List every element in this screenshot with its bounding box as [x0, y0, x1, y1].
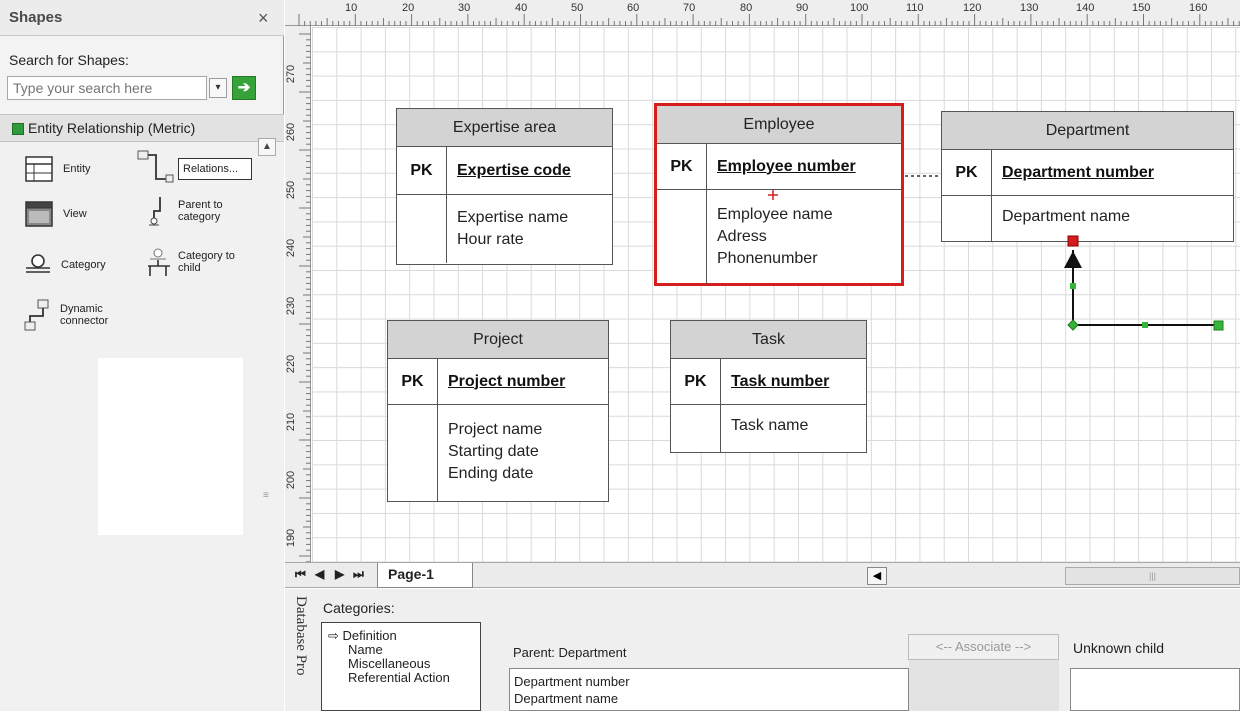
connector-midpoint-handle[interactable] — [1070, 283, 1076, 289]
categories-label: Categories: — [323, 600, 395, 616]
horizontal-scrollbar-thumb[interactable]: ||| — [1065, 567, 1240, 585]
relationship-connector-line[interactable] — [1072, 250, 1218, 326]
connector-vertex-handle[interactable] — [1067, 319, 1079, 331]
next-page-icon[interactable]: ▶ — [335, 567, 344, 581]
connector-start-handle[interactable] — [1213, 320, 1224, 331]
category-item-definition[interactable]: ⇨ Definition — [328, 629, 480, 643]
categories-list[interactable]: ⇨ Definition Name Miscellaneous Referent… — [321, 622, 481, 711]
child-fields-list[interactable] — [1070, 668, 1240, 711]
tab-page-1[interactable]: Page-1 — [377, 563, 473, 588]
category-label: Definition — [342, 628, 397, 643]
parent-field-item[interactable]: Department name — [514, 690, 908, 707]
database-properties-title: Database Pro — [293, 596, 309, 676]
parent-label: Parent: Department — [513, 645, 627, 660]
first-page-icon[interactable]: ⏮ — [295, 567, 306, 582]
connector-midpoint-handle[interactable] — [1142, 322, 1148, 328]
scroll-left-icon[interactable]: ◀ — [867, 567, 887, 585]
prev-page-icon[interactable]: ◀ — [315, 567, 324, 581]
page-tabs-bar: ⏮ ◀ ▶ ⏭ Page-1 ◀ ||| — [285, 562, 1240, 588]
category-item-miscellaneous[interactable]: Miscellaneous — [328, 657, 480, 671]
connection-cross-icon — [768, 190, 778, 200]
associate-button[interactable]: <-- Associate --> — [908, 634, 1059, 660]
parent-field-item[interactable]: Department number — [514, 673, 908, 690]
connector-end-handle[interactable] — [1067, 235, 1079, 247]
associate-area — [909, 660, 1059, 711]
arrow-head-icon — [1064, 251, 1082, 268]
child-label: Unknown child — [1073, 640, 1165, 656]
category-item-name[interactable]: Name — [328, 643, 480, 657]
arrow-right-icon: ⇨ — [328, 628, 339, 643]
parent-fields-list[interactable]: Department number Department name — [509, 668, 909, 711]
category-item-referential-action[interactable]: Referential Action — [328, 671, 480, 685]
last-page-icon[interactable]: ⏭ — [353, 567, 364, 582]
